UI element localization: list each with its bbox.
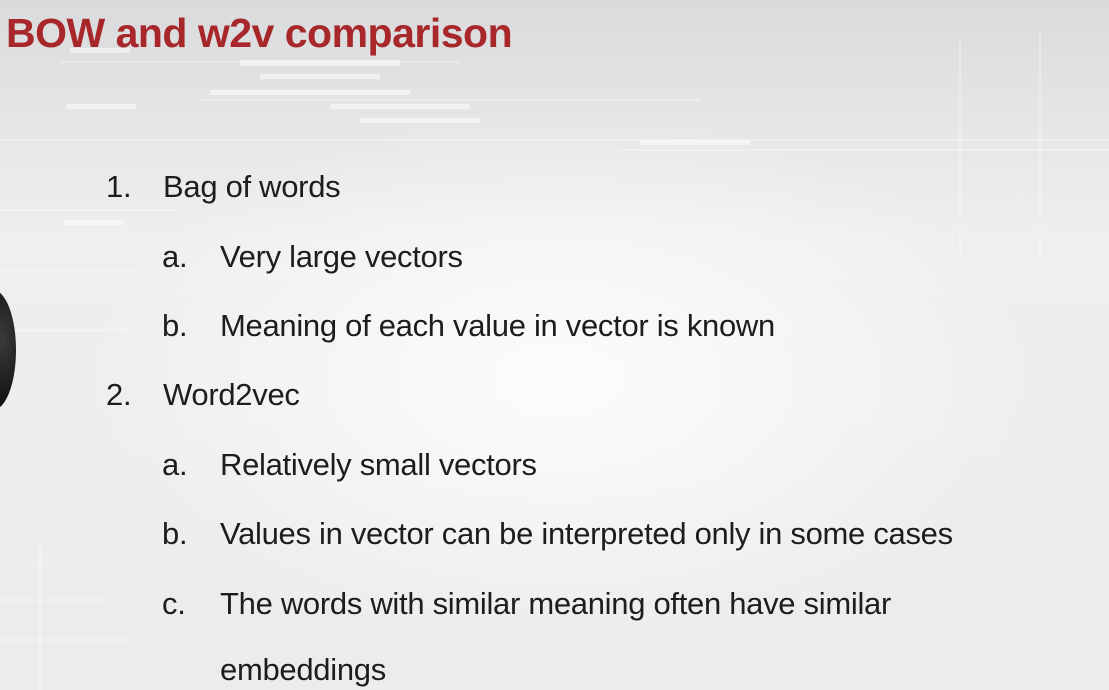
list-item-text: Word2vec: [163, 377, 300, 412]
list-marker: a.: [162, 447, 188, 482]
list-item-text: Very large vectors: [220, 239, 463, 274]
list-item-text: Relatively small vectors: [220, 447, 537, 482]
list-marker: c.: [162, 586, 186, 621]
slide: BOW and w2v comparison 1. Bag of words a…: [0, 0, 1109, 690]
list-item-text: The words with similar meaning often hav…: [220, 586, 892, 621]
list-marker: b.: [162, 516, 188, 551]
bullet-list: 1. Bag of words a. Very large vectors b.…: [0, 0, 1109, 690]
list-item-text: embeddings: [220, 652, 386, 687]
list-marker: a.: [162, 239, 188, 274]
list-item-text: Bag of words: [163, 169, 341, 204]
list-item-text: Values in vector can be interpreted only…: [220, 516, 953, 551]
list-item-text: Meaning of each value in vector is known: [220, 308, 775, 343]
list-marker: 2.: [106, 377, 132, 412]
list-marker: b.: [162, 308, 188, 343]
list-marker: 1.: [106, 169, 132, 204]
